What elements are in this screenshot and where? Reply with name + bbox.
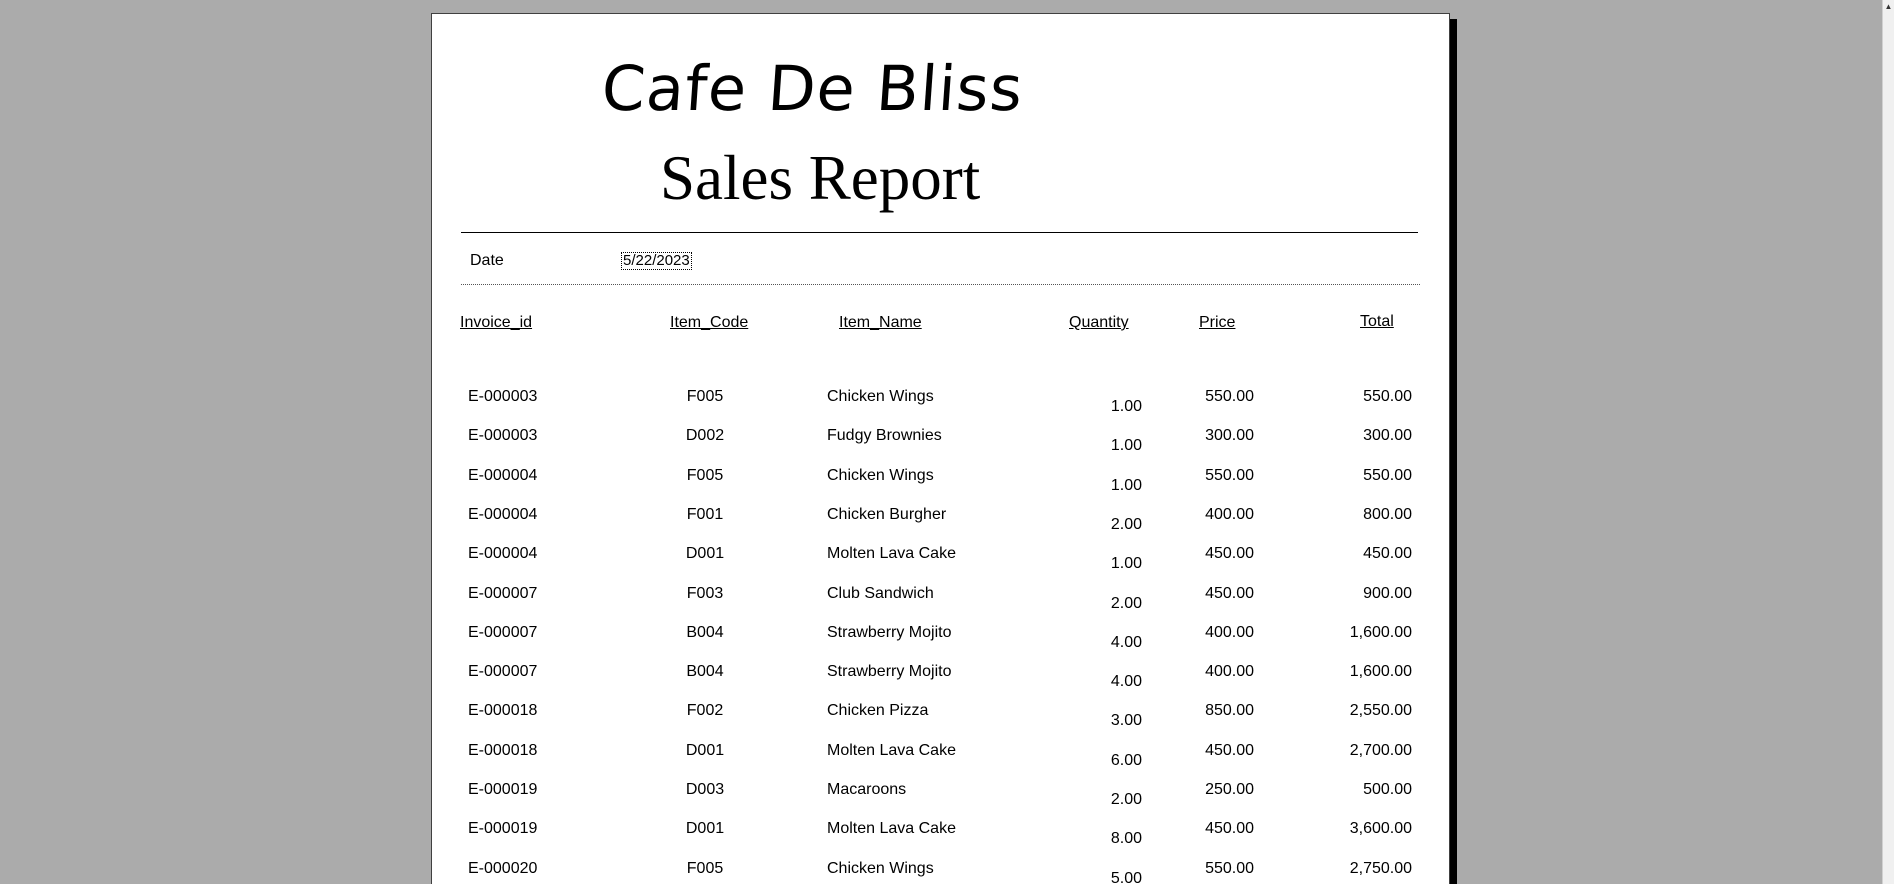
cell-quantity: 8.00 <box>1110 830 1142 847</box>
cell-invoice-id: E-000018 <box>468 742 538 759</box>
cell-invoice-id: E-000018 <box>468 702 538 719</box>
cell-total: 800.00 <box>1363 506 1412 523</box>
column-header-item-code: Item_Code <box>670 314 749 331</box>
cell-total: 500.00 <box>1363 781 1412 798</box>
cell-quantity: 1.00 <box>1110 398 1142 415</box>
cell-price: 250.00 <box>1205 781 1254 798</box>
column-header-price: Price <box>1199 314 1236 331</box>
cell-price: 550.00 <box>1205 467 1254 484</box>
cell-price: 550.00 <box>1205 860 1254 877</box>
cell-quantity: 1.00 <box>1110 477 1142 494</box>
cell-item-code: D001 <box>685 742 725 759</box>
cell-invoice-id: E-000007 <box>468 624 538 641</box>
cell-item-name: Strawberry Mojito <box>827 624 952 641</box>
cell-total: 900.00 <box>1363 585 1412 602</box>
cell-item-name: Molten Lava Cake <box>827 820 956 837</box>
cell-total: 3,600.00 <box>1349 820 1412 837</box>
cell-item-name: Fudgy Brownies <box>827 427 942 444</box>
vertical-scrollbar[interactable]: ▲ <box>1882 0 1894 884</box>
cell-item-name: Molten Lava Cake <box>827 742 956 759</box>
column-header-quantity: Quantity <box>1069 314 1129 331</box>
cell-quantity: 2.00 <box>1110 791 1142 808</box>
cell-item-code: D003 <box>685 781 725 798</box>
cell-total: 450.00 <box>1363 545 1412 562</box>
cell-price: 400.00 <box>1205 624 1254 641</box>
cell-price: 450.00 <box>1205 585 1254 602</box>
cell-price: 450.00 <box>1205 545 1254 562</box>
cell-invoice-id: E-000007 <box>468 585 538 602</box>
cell-quantity: 4.00 <box>1110 634 1142 651</box>
cell-item-name: Chicken Burgher <box>827 506 947 523</box>
cell-item-code: F005 <box>686 388 724 405</box>
column-header-invoice-id: Invoice_id <box>460 314 533 331</box>
cell-total: 2,700.00 <box>1349 742 1412 759</box>
cell-item-code: F002 <box>686 702 724 719</box>
cell-price: 550.00 <box>1205 388 1254 405</box>
cell-price: 450.00 <box>1205 742 1254 759</box>
cell-price: 400.00 <box>1205 506 1254 523</box>
cell-quantity: 4.00 <box>1110 673 1142 690</box>
cell-total: 2,750.00 <box>1349 860 1412 877</box>
header-divider <box>461 232 1418 233</box>
cell-price: 300.00 <box>1205 427 1254 444</box>
cell-total: 550.00 <box>1363 467 1412 484</box>
cell-item-name: Club Sandwich <box>827 585 934 602</box>
cell-item-code: B004 <box>686 624 724 641</box>
cell-quantity: 6.00 <box>1110 752 1142 769</box>
cell-quantity: 2.00 <box>1110 595 1142 612</box>
cell-item-code: B004 <box>686 663 724 680</box>
cafe-name: Cafe De Bliss <box>599 52 1026 125</box>
cell-invoice-id: E-000007 <box>468 663 538 680</box>
cell-item-name: Chicken Wings <box>827 860 934 877</box>
column-header-item-name: Item_Name <box>839 314 922 331</box>
cell-item-code: D001 <box>685 820 725 837</box>
report-page: Cafe De Bliss Sales Report Date 5/22/202… <box>431 13 1450 884</box>
cell-quantity: 2.00 <box>1110 516 1142 533</box>
cell-item-name: Chicken Wings <box>827 467 934 484</box>
cell-item-name: Macaroons <box>827 781 907 798</box>
cell-item-code: F001 <box>686 506 724 523</box>
cell-invoice-id: E-000003 <box>468 388 538 405</box>
cell-invoice-id: E-000004 <box>468 545 538 562</box>
cell-item-name: Strawberry Mojito <box>827 663 952 680</box>
cell-item-name: Molten Lava Cake <box>827 545 956 562</box>
cell-price: 400.00 <box>1205 663 1254 680</box>
cell-quantity: 5.00 <box>1110 870 1142 884</box>
cell-total: 550.00 <box>1363 388 1412 405</box>
cell-invoice-id: E-000004 <box>468 506 538 523</box>
date-divider <box>461 284 1420 285</box>
cell-item-name: Chicken Pizza <box>827 702 929 719</box>
scroll-up-arrow-icon[interactable]: ▲ <box>1884 2 1893 11</box>
cell-total: 2,550.00 <box>1349 702 1412 719</box>
date-label: Date <box>470 252 504 269</box>
cell-quantity: 1.00 <box>1110 555 1142 572</box>
cell-price: 450.00 <box>1205 820 1254 837</box>
cell-price: 850.00 <box>1205 702 1254 719</box>
cell-total: 1,600.00 <box>1349 624 1412 641</box>
cell-total: 1,600.00 <box>1349 663 1412 680</box>
cell-item-code: F005 <box>686 860 724 877</box>
report-title: Sales Report <box>660 143 981 213</box>
cell-total: 300.00 <box>1363 427 1412 444</box>
cell-invoice-id: E-000004 <box>468 467 538 484</box>
cell-item-code: D002 <box>685 427 725 444</box>
cell-invoice-id: E-000019 <box>468 820 538 837</box>
cell-quantity: 1.00 <box>1110 437 1142 454</box>
cell-item-code: F005 <box>686 467 724 484</box>
cell-invoice-id: E-000020 <box>468 860 538 877</box>
cell-invoice-id: E-000019 <box>468 781 538 798</box>
cell-item-code: F003 <box>686 585 724 602</box>
cell-item-name: Chicken Wings <box>827 388 934 405</box>
date-value-field[interactable]: 5/22/2023 <box>621 252 692 270</box>
column-header-total: Total <box>1360 313 1394 330</box>
cell-quantity: 3.00 <box>1110 712 1142 729</box>
report-viewer: Cafe De Bliss Sales Report Date 5/22/202… <box>0 0 1894 884</box>
cell-item-code: D001 <box>685 545 725 562</box>
cell-invoice-id: E-000003 <box>468 427 538 444</box>
